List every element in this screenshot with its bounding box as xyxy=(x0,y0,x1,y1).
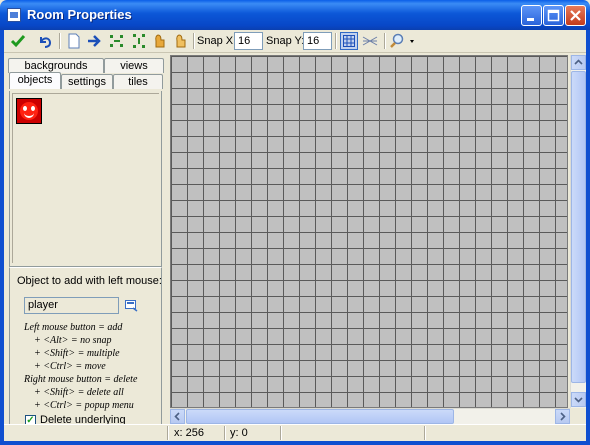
sort-x-icon xyxy=(110,35,123,47)
object-menu-button[interactable] xyxy=(125,299,138,312)
zoom-icon xyxy=(390,33,414,48)
help-line: Right mouse button = delete xyxy=(24,374,138,385)
isometric-icon xyxy=(362,36,378,46)
status-separator xyxy=(424,426,426,440)
tab-settings[interactable]: settings xyxy=(61,74,113,89)
chevron-up-icon xyxy=(574,59,583,65)
window-title: Room Properties xyxy=(27,7,132,22)
toolbar-separator xyxy=(193,33,195,49)
toolbar: Snap X: 16 Snap Y: 16 xyxy=(4,30,586,53)
status-separator xyxy=(167,426,169,440)
status-bar: x: 256 y: 0 xyxy=(4,424,586,441)
scroll-down-button[interactable] xyxy=(571,392,586,407)
help-line: + <Ctrl> = move xyxy=(34,361,106,372)
tab-backgrounds[interactable]: backgrounds xyxy=(8,58,104,73)
scroll-corner xyxy=(570,408,586,424)
tab-views[interactable]: views xyxy=(104,58,164,73)
red-smiley-sprite-icon[interactable] xyxy=(16,98,42,124)
close-button[interactable] xyxy=(565,5,586,26)
sort-x-button[interactable] xyxy=(108,32,126,50)
chevron-left-icon xyxy=(174,412,180,421)
help-line: + <Ctrl> = popup menu xyxy=(34,400,134,411)
room-tabs: backgrounds views objects settings tiles xyxy=(4,56,164,92)
scroll-right-button[interactable] xyxy=(555,409,570,424)
object-list-panel xyxy=(9,91,162,267)
tab-objects[interactable]: objects xyxy=(9,72,61,89)
window-icon xyxy=(7,8,21,22)
snap-x-input[interactable]: 16 xyxy=(234,32,263,50)
status-separator xyxy=(280,426,282,440)
close-icon xyxy=(570,10,581,21)
horizontal-scrollbar[interactable] xyxy=(170,408,570,424)
help-line: + <Alt> = no snap xyxy=(34,335,112,346)
minimize-icon xyxy=(527,18,534,21)
snap-y-input[interactable]: 16 xyxy=(303,32,332,50)
toolbar-separator xyxy=(59,33,61,49)
status-y-coordinate: y: 0 xyxy=(230,427,248,439)
clear-room-button[interactable] xyxy=(65,32,83,50)
unlock-instances-button[interactable] xyxy=(173,32,189,50)
vertical-scrollbar[interactable] xyxy=(570,55,586,408)
window-border-left xyxy=(0,30,4,445)
object-select-field[interactable]: player xyxy=(24,297,119,314)
shift-room-button[interactable] xyxy=(86,32,104,50)
sort-y-icon xyxy=(133,34,145,48)
chevron-right-icon xyxy=(560,412,566,421)
room-grid-canvas[interactable] xyxy=(170,55,568,408)
lock-instances-button[interactable] xyxy=(152,32,168,50)
object-browse-icon xyxy=(125,300,138,312)
undo-button[interactable] xyxy=(36,32,54,50)
object-to-add-label: Object to add with left mouse: xyxy=(17,275,162,287)
minimize-button[interactable] xyxy=(521,5,542,26)
ok-check-icon xyxy=(10,35,26,48)
isometric-button[interactable] xyxy=(361,32,379,50)
smiley-face xyxy=(20,102,38,120)
lock-icon xyxy=(155,34,165,48)
ok-button[interactable] xyxy=(9,32,27,50)
unlock-icon xyxy=(176,34,186,48)
tab-tiles[interactable]: tiles xyxy=(113,74,163,89)
scroll-left-button[interactable] xyxy=(170,409,185,424)
help-line: + <Shift> = multiple xyxy=(34,348,120,359)
window-border-bottom xyxy=(0,441,590,445)
zoom-button[interactable] xyxy=(389,32,417,50)
maximize-button[interactable] xyxy=(543,5,564,26)
object-preview-area xyxy=(12,93,159,263)
horizontal-scroll-thumb[interactable] xyxy=(186,409,454,424)
undo-icon xyxy=(40,37,52,48)
title-bar[interactable]: Room Properties xyxy=(0,0,590,30)
status-separator xyxy=(224,426,226,440)
maximize-icon xyxy=(547,9,560,22)
scroll-up-button[interactable] xyxy=(571,55,586,70)
snap-x-label: Snap X: xyxy=(197,35,237,47)
shift-icon xyxy=(88,35,101,47)
snap-y-label: Snap Y: xyxy=(266,35,305,47)
toolbar-separator xyxy=(384,33,386,49)
help-line: Left mouse button = add xyxy=(24,322,123,333)
chevron-down-icon xyxy=(574,397,583,403)
toolbar-separator xyxy=(335,33,337,49)
help-line: + <Shift> = delete all xyxy=(34,387,124,398)
grid-toggle-icon xyxy=(343,35,355,47)
sort-y-button[interactable] xyxy=(130,32,148,50)
status-x-coordinate: x: 256 xyxy=(174,427,204,439)
window-border-right xyxy=(586,30,590,445)
vertical-scroll-thumb[interactable] xyxy=(571,71,586,383)
grid-toggle-button[interactable] xyxy=(340,32,358,50)
clear-room-icon xyxy=(68,33,80,49)
